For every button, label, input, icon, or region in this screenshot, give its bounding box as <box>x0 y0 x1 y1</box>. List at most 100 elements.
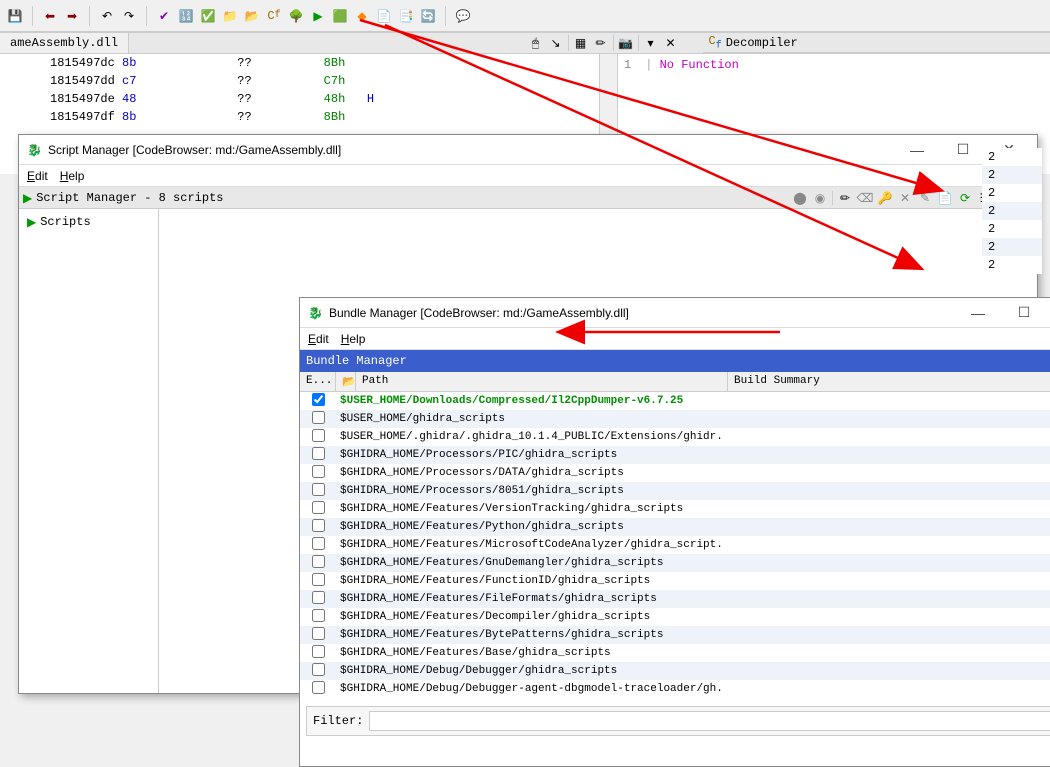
x-icon[interactable]: ✕ <box>897 190 913 206</box>
enable-checkbox[interactable] <box>312 519 325 532</box>
script-mgr-titlebar[interactable]: 🐉 Script Manager [CodeBrowser: md:/GameA… <box>19 135 1037 165</box>
back-icon[interactable]: ⬅ <box>41 7 59 25</box>
menu-help[interactable]: Help <box>341 332 366 346</box>
cursor-icon[interactable]: 🖱 <box>528 35 544 51</box>
listing-tabstrip: ameAssembly.dll 🖱 ↘ ▦ ✏ 📷 ▾ ✕ Cf Decompi… <box>0 32 1050 54</box>
refresh-icon[interactable]: 🔄 <box>419 7 437 25</box>
list-item: 2 <box>982 148 1042 166</box>
enable-checkbox[interactable] <box>312 573 325 586</box>
menu-help[interactable]: Help <box>60 169 85 183</box>
list-item: 2 <box>982 238 1042 256</box>
table-row[interactable]: $USER_HOME/.ghidra/.ghidra_10.1.4_PUBLIC… <box>300 428 1050 446</box>
menu-edit[interactable]: Edit <box>27 169 48 183</box>
grid-icon[interactable]: ▦ <box>573 35 589 51</box>
tree-icon[interactable]: 🌳 <box>287 7 305 25</box>
enable-checkbox[interactable] <box>312 681 325 694</box>
eraser-icon[interactable]: ⌫ <box>857 190 873 206</box>
save-icon[interactable]: 💾 <box>6 7 24 25</box>
main-toolbar: 💾 ⬅ ➡ ↶ ↷ ✔ 🔢 ✅ 📁 📂 Cf 🌳 ▶ 🟩 ◆ 📄 📑 🔄 💬 <box>0 0 1050 32</box>
runbp-icon[interactable]: 🟩 <box>331 7 349 25</box>
enable-checkbox[interactable] <box>312 627 325 640</box>
enable-checkbox[interactable] <box>312 483 325 496</box>
camera-icon[interactable]: 📷 <box>618 35 634 51</box>
script-manager-window: 🐉 Script Manager [CodeBrowser: md:/GameA… <box>18 134 1038 694</box>
maximize-button[interactable]: ☐ <box>943 141 983 158</box>
table-row[interactable]: $USER_HOME/Downloads/Compressed/Il2CppDu… <box>300 392 1050 410</box>
table-row[interactable]: $GHIDRA_HOME/Features/Base/ghidra_script… <box>300 644 1050 662</box>
script-tree[interactable]: ▶ Scripts <box>19 209 159 693</box>
table-row[interactable]: $GHIDRA_HOME/Debug/Debugger/ghidra_scrip… <box>300 662 1050 680</box>
col-enable[interactable]: E... <box>300 372 336 391</box>
listing-row[interactable]: 1815497dd c7 ?? C7h <box>0 72 599 90</box>
table-row[interactable]: $GHIDRA_HOME/Processors/DATA/ghidra_scri… <box>300 464 1050 482</box>
listing-tab[interactable]: ameAssembly.dll <box>0 33 129 53</box>
table-row[interactable]: $GHIDRA_HOME/Features/GnuDemangler/ghidr… <box>300 554 1050 572</box>
undo-icon[interactable]: ↶ <box>98 7 116 25</box>
tree-root[interactable]: ▶ Scripts <box>23 213 154 231</box>
table-row[interactable]: $USER_HOME/ghidra_scripts <box>300 410 1050 428</box>
folder2-icon[interactable]: 📂 <box>243 7 261 25</box>
enable-checkbox[interactable] <box>312 465 325 478</box>
diamond-icon[interactable]: ◆ <box>353 7 371 25</box>
filter-input[interactable] <box>369 711 1050 731</box>
enable-checkbox[interactable] <box>312 447 325 460</box>
refresh-icon[interactable]: ⟳ <box>957 190 973 206</box>
table-row[interactable]: $GHIDRA_HOME/Features/Python/ghidra_scri… <box>300 518 1050 536</box>
enable-checkbox[interactable] <box>312 411 325 424</box>
edit-icon[interactable]: ✏ <box>837 190 853 206</box>
rename-icon[interactable]: ✎ <box>917 190 933 206</box>
list-icon[interactable]: 📄 <box>375 7 393 25</box>
table-row[interactable]: $GHIDRA_HOME/Processors/PIC/ghidra_scrip… <box>300 446 1050 464</box>
redo-icon[interactable]: ↷ <box>120 7 138 25</box>
list-item: 2 <box>982 220 1042 238</box>
enable-checkbox[interactable] <box>312 645 325 658</box>
goto-icon[interactable]: ↘ <box>548 35 564 51</box>
table-row[interactable]: $GHIDRA_HOME/Features/VersionTracking/gh… <box>300 500 1050 518</box>
run-icon[interactable]: ▶ <box>309 7 327 25</box>
table-row[interactable]: $GHIDRA_HOME/Processors/8051/ghidra_scri… <box>300 482 1050 500</box>
bytes-icon[interactable]: 🔢 <box>177 7 195 25</box>
run-icon[interactable]: ▶ <box>23 191 32 205</box>
menu-edit[interactable]: Edit <box>308 332 329 346</box>
chat-icon[interactable]: 💬 <box>454 7 472 25</box>
enable-checkbox[interactable] <box>312 609 325 622</box>
enable-checkbox[interactable] <box>312 501 325 514</box>
enable-checkbox[interactable] <box>312 555 325 568</box>
table-row[interactable]: $GHIDRA_HOME/Features/BytePatterns/ghidr… <box>300 626 1050 644</box>
filter-label: Filter: <box>313 714 363 728</box>
enable-checkbox[interactable] <box>312 663 325 676</box>
list-item: 2 <box>982 202 1042 220</box>
minimize-button[interactable]: — <box>897 142 937 158</box>
enable-checkbox[interactable] <box>312 537 325 550</box>
minimize-button[interactable]: — <box>958 305 998 321</box>
listing-row[interactable]: 1815497de 48 ?? 48h H <box>0 90 599 108</box>
table-row[interactable]: $GHIDRA_HOME/Features/FunctionID/ghidra_… <box>300 572 1050 590</box>
col-icon[interactable]: 📂 <box>336 372 356 391</box>
close-icon[interactable]: ✕ <box>663 35 679 51</box>
col-summary[interactable]: Build Summary <box>728 372 1050 391</box>
bundle-mgr-titlebar[interactable]: 🐉 Bundle Manager [CodeBrowser: md:/GameA… <box>300 298 1050 328</box>
enable-checkbox[interactable] <box>312 429 325 442</box>
script-new-icon[interactable]: 📄 <box>937 190 953 206</box>
check-icon[interactable]: ✔ <box>155 7 173 25</box>
col-path[interactable]: Path <box>356 372 728 391</box>
key-icon[interactable]: 🔑 <box>877 190 893 206</box>
listing-row[interactable]: 1815497dc 8b ?? 8Bh <box>0 54 599 72</box>
maximize-button[interactable]: ☐ <box>1004 304 1044 321</box>
enable-checkbox[interactable] <box>312 591 325 604</box>
table-row[interactable]: $GHIDRA_HOME/Features/MicrosoftCodeAnaly… <box>300 536 1050 554</box>
circle1-icon[interactable]: ⬤ <box>792 190 808 206</box>
folder-icon[interactable]: 📁 <box>221 7 239 25</box>
circle2-icon[interactable]: ◉ <box>812 190 828 206</box>
table-row[interactable]: $GHIDRA_HOME/Debug/Debugger-agent-dbgmod… <box>300 680 1050 698</box>
fwd-icon[interactable]: ➡ <box>63 7 81 25</box>
table-row[interactable]: $GHIDRA_HOME/Features/FileFormats/ghidra… <box>300 590 1050 608</box>
cf-icon[interactable]: Cf <box>265 7 283 25</box>
copy-icon[interactable]: 📑 <box>397 7 415 25</box>
hl-icon[interactable]: ✏ <box>593 35 609 51</box>
enable-checkbox[interactable] <box>312 393 325 406</box>
listing-row[interactable]: 1815497df 8b ?? 8Bh <box>0 108 599 126</box>
dropdown-icon[interactable]: ▾ <box>643 35 659 51</box>
table-row[interactable]: $GHIDRA_HOME/Features/Decompiler/ghidra_… <box>300 608 1050 626</box>
import-icon[interactable]: ✅ <box>199 7 217 25</box>
